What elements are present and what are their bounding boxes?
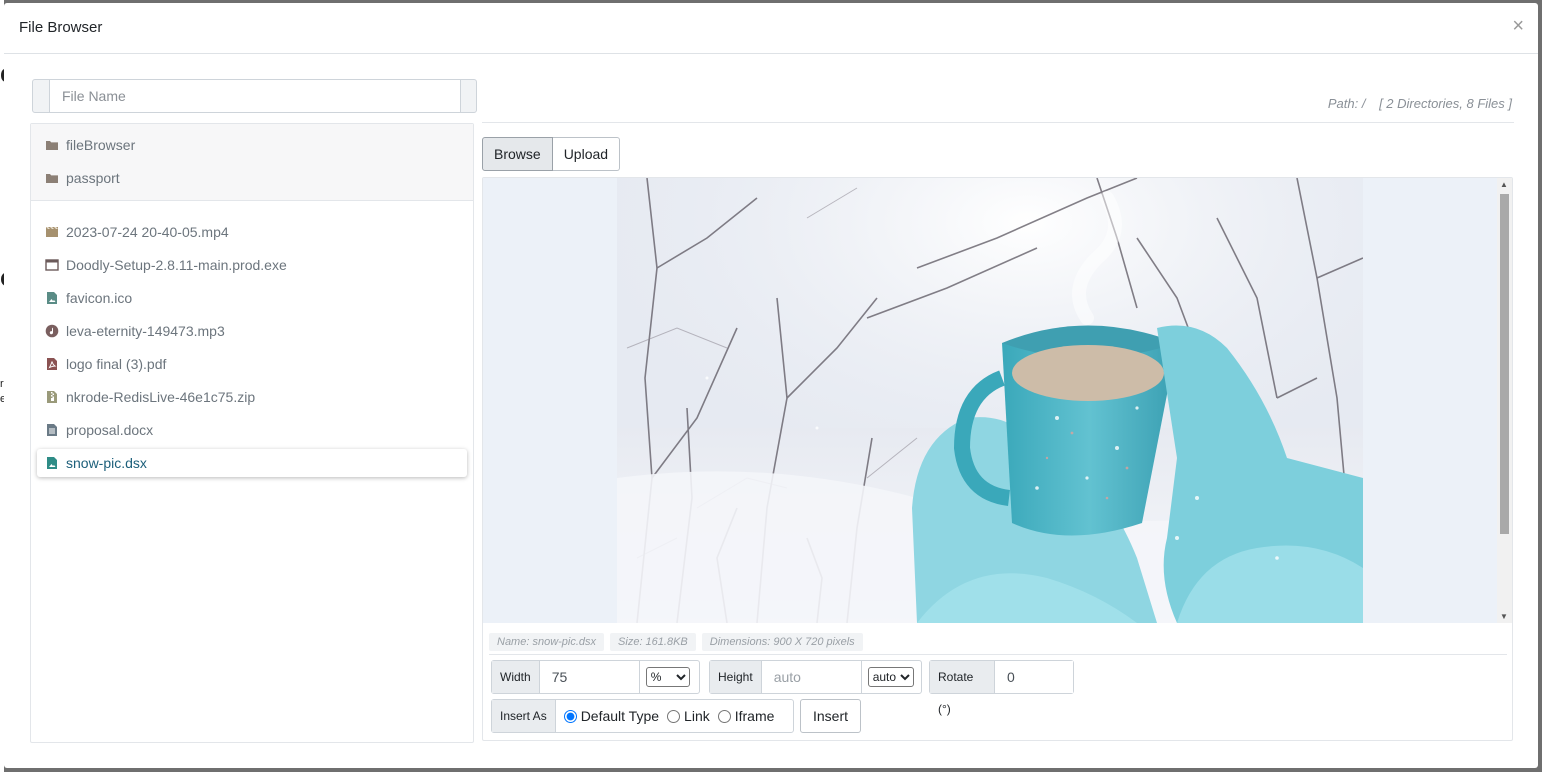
insert-type-options: Default Type Link Iframe: [556, 700, 791, 732]
preview-scrollbar[interactable]: ▲ ▼: [1497, 178, 1512, 623]
zip-file-icon: [45, 390, 59, 404]
view-tabs: Browse Upload: [482, 137, 621, 171]
modal-title: File Browser: [19, 19, 103, 36]
file-name: leva-eternity-149473.mp3: [66, 323, 225, 339]
folder-icon: [45, 138, 59, 152]
file-preview-panel: ▲ ▼ Name: snow-pic.dsx Size: 161.8KB Dim…: [482, 177, 1513, 741]
file-item-selected[interactable]: snow-pic.dsx: [37, 449, 467, 477]
width-control: Width %: [491, 660, 700, 694]
audio-file-icon: [45, 324, 59, 338]
file-name: snow-pic.dsx: [66, 455, 147, 471]
tab-upload[interactable]: Upload: [552, 137, 621, 171]
meta-divider: [489, 654, 1507, 655]
rotate-control: Rotate (°): [929, 660, 1074, 716]
insert-button[interactable]: Insert: [800, 699, 862, 733]
link-label: Link: [684, 708, 710, 724]
file-search-group: [32, 79, 477, 113]
insert-option-default[interactable]: Default Type: [563, 708, 660, 724]
snow-cup-preview-image: [617, 178, 1363, 623]
height-label: Height: [710, 661, 762, 693]
height-unit-select[interactable]: auto: [867, 667, 914, 687]
file-name: Doodly-Setup-2.8.11-main.prod.exe: [66, 257, 287, 273]
directory-item-filebrowser[interactable]: fileBrowser: [37, 131, 467, 159]
modal-header: File Browser ×: [4, 3, 1538, 54]
file-name-search-input[interactable]: [49, 80, 461, 112]
width-label: Width: [492, 661, 540, 693]
window-file-icon: [45, 258, 59, 272]
iframe-radio[interactable]: [717, 709, 731, 723]
file-item[interactable]: favicon.ico: [37, 284, 467, 312]
rotate-input[interactable]: [995, 661, 1073, 693]
insert-option-iframe[interactable]: Iframe: [717, 708, 775, 724]
header-divider: [482, 122, 1514, 123]
height-control: Height auto: [709, 660, 922, 694]
insert-as-control: Insert As Default Type Link Iframe: [491, 699, 794, 733]
width-input[interactable]: [539, 661, 639, 693]
file-item[interactable]: proposal.docx: [37, 416, 467, 444]
video-file-icon: [45, 225, 59, 239]
file-name: logo final (3).pdf: [66, 356, 167, 372]
insert-as-label: Insert As: [492, 700, 556, 732]
file-item[interactable]: nkrode-RedisLive-46e1c75.zip: [37, 383, 467, 411]
file-item[interactable]: logo final (3).pdf: [37, 350, 467, 378]
scroll-down-arrow-icon[interactable]: ▼: [1500, 612, 1508, 621]
file-name: proposal.docx: [66, 422, 154, 438]
default-type-label: Default Type: [580, 708, 660, 724]
path-label: Path: /: [1327, 96, 1366, 111]
file-dimensions-meta: Dimensions: 900 X 720 pixels: [701, 633, 863, 651]
rotate-label: Rotate (°): [930, 661, 995, 716]
file-item[interactable]: Doodly-Setup-2.8.11-main.prod.exe: [37, 251, 467, 279]
image-file-icon: [45, 291, 59, 305]
width-unit-wrap: %: [638, 661, 696, 693]
doc-file-icon: [45, 423, 59, 437]
insert-option-link[interactable]: Link: [667, 708, 710, 724]
directory-name: fileBrowser: [66, 137, 136, 153]
path-summary: [ 2 Directories, 8 Files ]: [1379, 96, 1512, 111]
file-name: 2023-07-24 20-40-05.mp4: [66, 224, 229, 240]
pdf-file-icon: [45, 357, 59, 371]
link-radio[interactable]: [667, 709, 681, 723]
file-meta-row: Name: snow-pic.dsx Size: 161.8KB Dimensi…: [489, 633, 863, 651]
iframe-label: Iframe: [734, 708, 775, 724]
file-name-meta: Name: snow-pic.dsx: [489, 633, 605, 651]
tab-browse[interactable]: Browse: [482, 137, 553, 171]
file-item[interactable]: leva-eternity-149473.mp3: [37, 317, 467, 345]
scroll-up-arrow-icon[interactable]: ▲: [1500, 180, 1508, 189]
path-info: Path: / [ 2 Directories, 8 Files ]: [1318, 96, 1512, 111]
scrollbar-thumb[interactable]: [1500, 194, 1509, 534]
image-file-icon: [45, 456, 59, 470]
file-name: nkrode-RedisLive-46e1c75.zip: [66, 389, 256, 405]
default-type-radio[interactable]: [563, 709, 577, 723]
directory-item-passport[interactable]: passport: [37, 164, 467, 192]
file-name: favicon.ico: [66, 290, 133, 306]
file-browser-modal: File Browser × fileBrowser passport 2023…: [4, 3, 1538, 768]
directory-name: passport: [66, 170, 120, 186]
file-list-panel: fileBrowser passport 2023-07-24 20-40-05…: [30, 123, 474, 743]
width-unit-select[interactable]: %: [645, 667, 690, 687]
image-preview-area: ▲ ▼: [483, 178, 1512, 623]
close-button[interactable]: ×: [1512, 16, 1524, 36]
file-size-meta: Size: 161.8KB: [610, 633, 696, 651]
folder-icon: [45, 171, 59, 185]
height-unit-wrap: auto: [860, 661, 920, 693]
file-item[interactable]: 2023-07-24 20-40-05.mp4: [37, 218, 467, 246]
height-input[interactable]: [761, 661, 861, 693]
